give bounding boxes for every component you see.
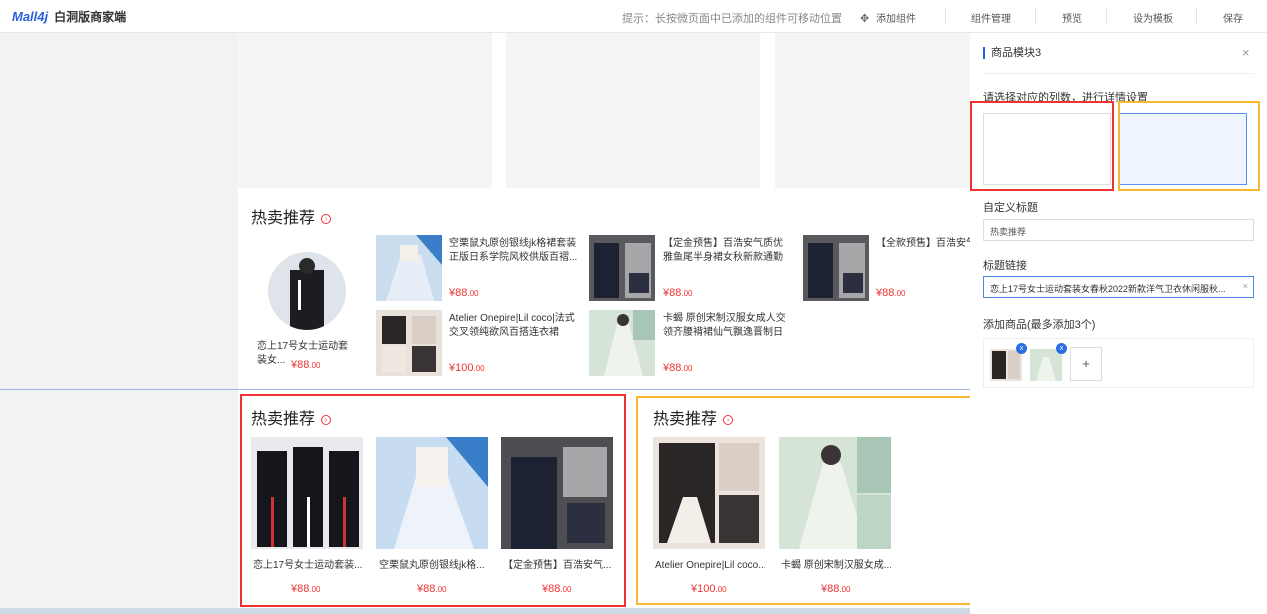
custom-title-input[interactable]: 热卖推荐 xyxy=(983,219,1254,241)
add-products-area: x x + xyxy=(983,338,1254,388)
product-price: ¥88.00 xyxy=(291,359,321,371)
bottom-scroll-strip xyxy=(0,608,970,614)
add-component-button[interactable]: ✥ 添加组件 xyxy=(860,10,916,25)
selected-product-thumb[interactable] xyxy=(1030,349,1062,381)
add-product-button[interactable]: + xyxy=(1070,347,1102,381)
section-title[interactable]: 热卖推荐 › xyxy=(251,204,332,228)
product-price: ¥88.00 xyxy=(449,287,479,299)
close-icon[interactable]: × xyxy=(1242,45,1250,60)
title-link-input[interactable]: 恋上17号女士运动套装女春秋2022新款洋气卫衣休闲服秋... × xyxy=(983,276,1254,298)
left-gutter xyxy=(0,33,238,390)
component-manage-button[interactable]: 组件管理 xyxy=(971,10,1011,25)
add-products-label: 添加商品(最多添加3个) xyxy=(983,319,1096,331)
set-template-button[interactable]: 设为模板 xyxy=(1133,10,1173,25)
tip-text: 提示：长按微页面中已添加的组件可移动位置 xyxy=(622,13,842,25)
arrow-right-icon: › xyxy=(321,213,332,224)
product-image[interactable] xyxy=(589,310,655,376)
remove-icon[interactable]: x xyxy=(1056,343,1067,354)
left-gutter-lower xyxy=(0,390,238,608)
panel-title: 商品模块3 xyxy=(983,47,1041,59)
product-price: ¥88.00 xyxy=(663,362,693,374)
logo: Mall4j 白洞版商家端 xyxy=(12,9,127,24)
selected-module-outline xyxy=(0,389,970,390)
app-subtitle: 白洞版商家端 xyxy=(54,10,127,24)
title-link-label: 标题链接 xyxy=(983,260,1027,272)
custom-title-label: 自定义标题 xyxy=(983,202,1038,214)
product-image[interactable] xyxy=(376,235,442,301)
product-image[interactable] xyxy=(589,235,655,301)
product-price: ¥100.00 xyxy=(449,362,485,374)
empty-module-col[interactable] xyxy=(238,33,492,188)
product-image[interactable] xyxy=(376,310,442,376)
preview-button[interactable]: 预览 xyxy=(1062,10,1082,25)
empty-module-col[interactable] xyxy=(775,33,970,188)
product-image[interactable] xyxy=(803,235,869,301)
highlight-option-2 xyxy=(1118,101,1260,191)
product-name: 【全款预售】百浩安气质优雅鱼尾半身裙女秋新款通勤职... xyxy=(876,238,970,249)
product-name: 卡蝎 原创宋制汉服女成人交领齐腰褙裙仙气飘逸晋制日常... xyxy=(663,313,786,338)
top-bar: Mall4j 白洞版商家端 提示：长按微页面中已添加的组件可移动位置 ✥ 添加组件… xyxy=(0,0,1267,33)
product-price: ¥88.00 xyxy=(876,287,906,299)
highlight-column-1 xyxy=(240,394,626,607)
highlight-option-1 xyxy=(970,101,1114,191)
remove-icon[interactable]: x xyxy=(1016,343,1027,354)
product-price: ¥88.00 xyxy=(663,287,693,299)
settings-panel: 商品模块3 × 请选择对应的列数，进行详情设置 自定义标题 热卖推荐 标题链接 … xyxy=(970,33,1267,614)
product-name: Atelier Onepire|Lil coco|法式交叉领纯欲风百搭连衣裙At… xyxy=(449,313,575,338)
product-name: 【定金预售】百浩安气质优雅鱼尾半身裙女秋新款通勤职... xyxy=(663,238,783,263)
empty-module-col[interactable] xyxy=(506,33,760,188)
product-image[interactable] xyxy=(268,252,346,330)
save-button[interactable]: 保存 xyxy=(1223,10,1243,25)
clear-icon[interactable]: × xyxy=(1243,281,1248,291)
add-component-icon: ✥ xyxy=(860,13,870,25)
product-name: 空栗鼠丸原创银线jk格裙套装正版日系学院风校供版百褶... xyxy=(449,238,578,263)
selected-product-thumb[interactable] xyxy=(990,349,1022,381)
highlight-column-2 xyxy=(636,396,974,605)
